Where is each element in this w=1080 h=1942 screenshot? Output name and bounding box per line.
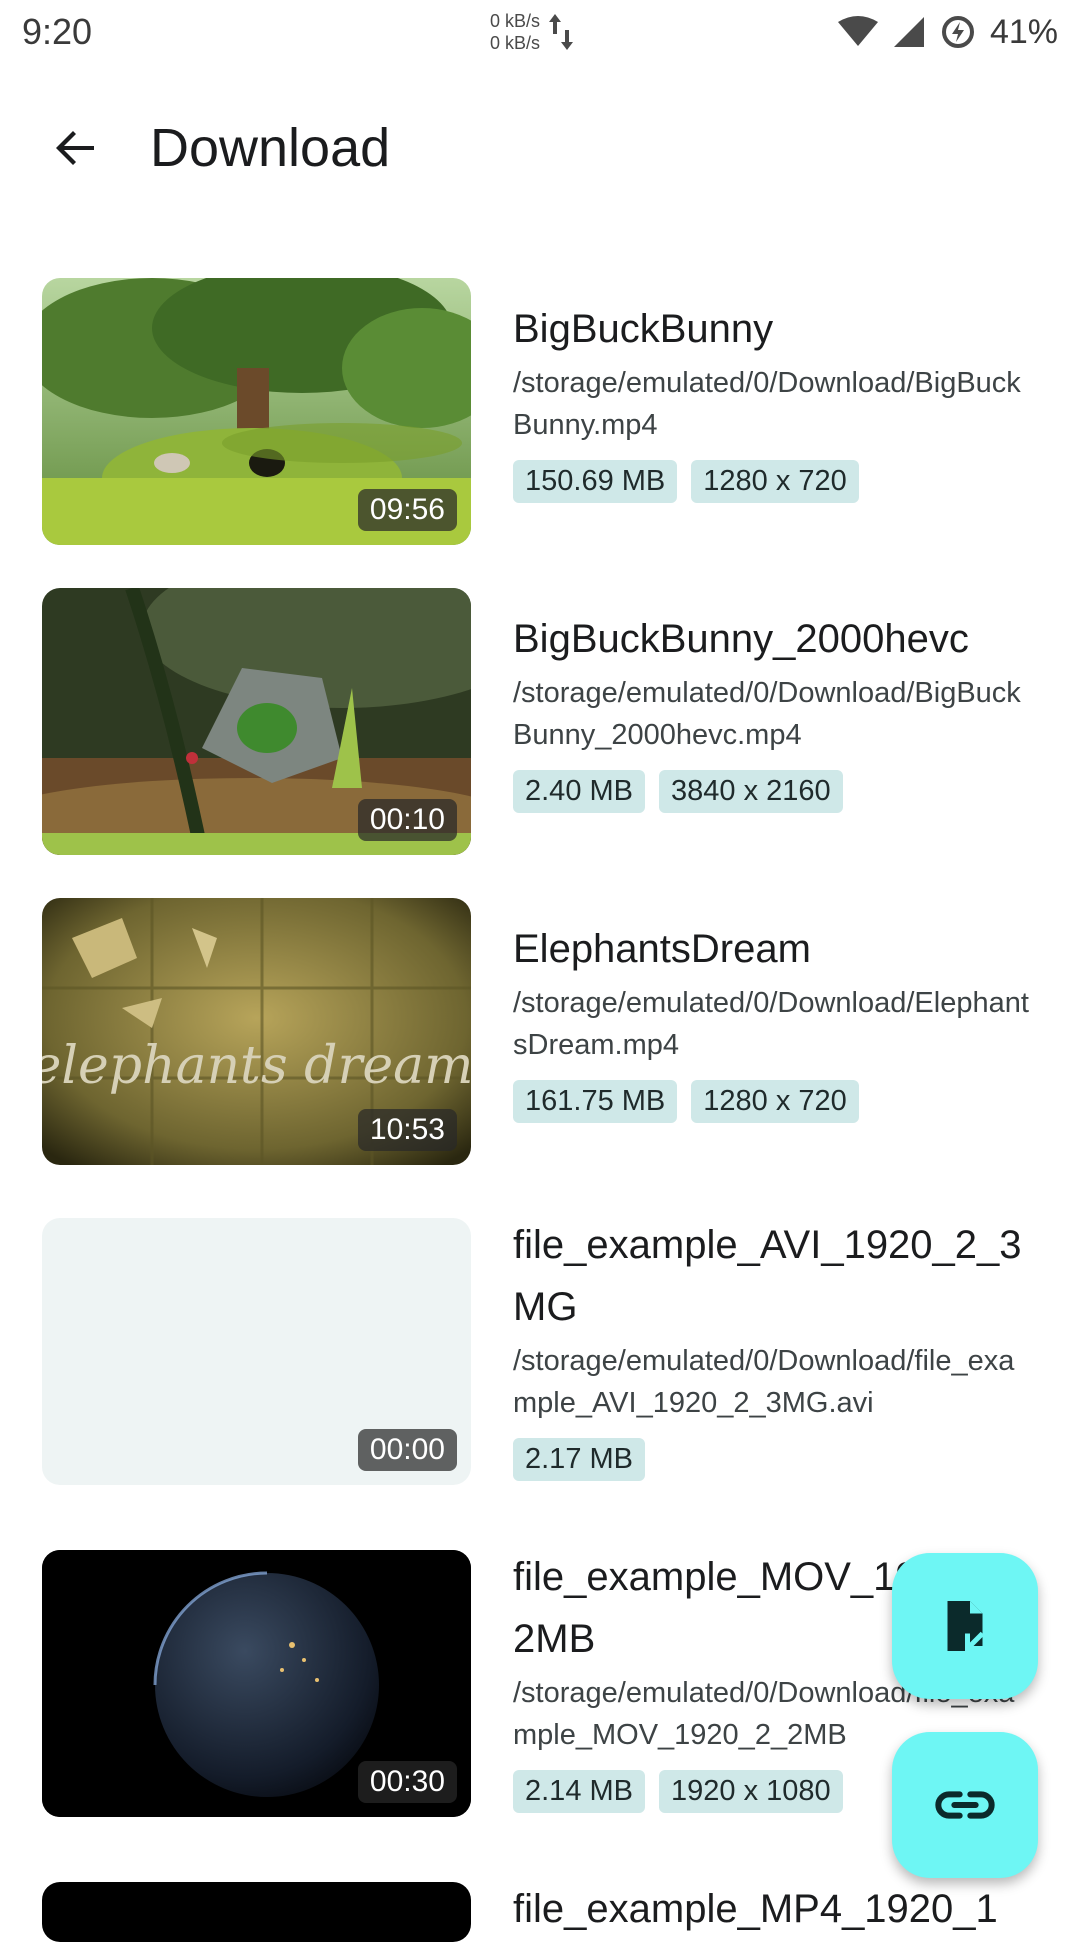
- video-title: BigBuckBunny: [513, 307, 774, 351]
- video-meta-chips: 2.17 MB: [513, 1438, 1033, 1481]
- video-title: file_example_AVI_1920_2_3MG: [513, 1223, 1022, 1329]
- video-meta-chips: 161.75 MB 1280 x 720: [513, 1080, 1033, 1123]
- size-chip: 2.17 MB: [513, 1438, 645, 1481]
- open-file-fab[interactable]: [892, 1553, 1038, 1699]
- battery-percent: 41%: [989, 12, 1058, 51]
- video-path: /storage/emulated/0/Download/ElephantsDr…: [513, 987, 1029, 1061]
- video-info: file_example_AVI_1920_2_3MG /storage/emu…: [513, 1214, 1033, 1481]
- video-thumbnail[interactable]: 00:10: [42, 588, 471, 855]
- video-meta-chips: 2.40 MB 3840 x 2160: [513, 770, 1033, 813]
- status-icons: 41%: [837, 12, 1058, 52]
- video-info: file_example_MP4_1920_1: [513, 1878, 1033, 1940]
- video-meta-chips: 150.69 MB 1280 x 720: [513, 460, 1033, 503]
- video-thumbnail[interactable]: 00:30: [42, 1550, 471, 1817]
- net-up-speed: 0 kB/s: [490, 11, 541, 31]
- wifi-icon: [837, 16, 878, 46]
- thumbnail-text: elephants dream: [42, 1036, 471, 1096]
- network-speed: 0 kB/s 0 kB/s: [490, 10, 574, 54]
- data-transfer-icon: [549, 14, 574, 50]
- size-chip: 150.69 MB: [513, 460, 678, 503]
- video-info: BigBuckBunny /storage/emulated/0/Downloa…: [513, 298, 1033, 503]
- video-title: BigBuckBunny_2000hevc: [513, 617, 969, 661]
- video-duration: 00:10: [357, 799, 457, 841]
- resolution-chip: 1920 x 1080: [659, 1770, 843, 1813]
- video-duration: 09:56: [357, 489, 457, 531]
- video-thumbnail[interactable]: elephants dream 10:53: [42, 898, 471, 1165]
- video-thumbnail[interactable]: [42, 1882, 471, 1942]
- video-duration: 00:30: [357, 1761, 457, 1803]
- app-bar: Download: [0, 86, 1080, 210]
- video-path: /storage/emulated/0/Download/BigBuckBunn…: [513, 677, 1021, 751]
- resolution-chip: 1280 x 720: [691, 460, 859, 503]
- file-open-icon: [947, 1601, 985, 1651]
- size-chip: 161.75 MB: [513, 1080, 678, 1123]
- video-info: ElephantsDream /storage/emulated/0/Downl…: [513, 918, 1033, 1123]
- video-path: /storage/emulated/0/Download/BigBuckBunn…: [513, 367, 1021, 441]
- status-bar: 9:20 0 kB/s 0 kB/s 41%: [0, 0, 1080, 64]
- size-chip: 2.40 MB: [513, 770, 645, 813]
- video-title: file_example_MP4_1920_1: [513, 1887, 998, 1931]
- status-time: 9:20: [22, 11, 93, 52]
- back-button[interactable]: [28, 100, 124, 196]
- page-title: Download: [150, 118, 391, 178]
- cell-signal-icon: [893, 17, 924, 47]
- video-thumbnail[interactable]: 09:56: [42, 278, 471, 545]
- video-path: /storage/emulated/0/Download/file_exampl…: [513, 1345, 1015, 1419]
- net-down-speed: 0 kB/s: [490, 33, 541, 53]
- arrow-back-icon: [56, 131, 94, 165]
- size-chip: 2.14 MB: [513, 1770, 645, 1813]
- video-duration: 10:53: [357, 1109, 457, 1151]
- battery-saver-icon: [941, 16, 974, 48]
- resolution-chip: 1280 x 720: [691, 1080, 859, 1123]
- open-link-fab[interactable]: [892, 1732, 1038, 1878]
- video-info: BigBuckBunny_2000hevc /storage/emulated/…: [513, 608, 1033, 813]
- video-thumbnail-placeholder[interactable]: 00:00: [42, 1218, 471, 1485]
- resolution-chip: 3840 x 2160: [659, 770, 843, 813]
- video-duration: 00:00: [357, 1429, 457, 1471]
- video-title: ElephantsDream: [513, 927, 811, 971]
- link-icon: [935, 1791, 995, 1819]
